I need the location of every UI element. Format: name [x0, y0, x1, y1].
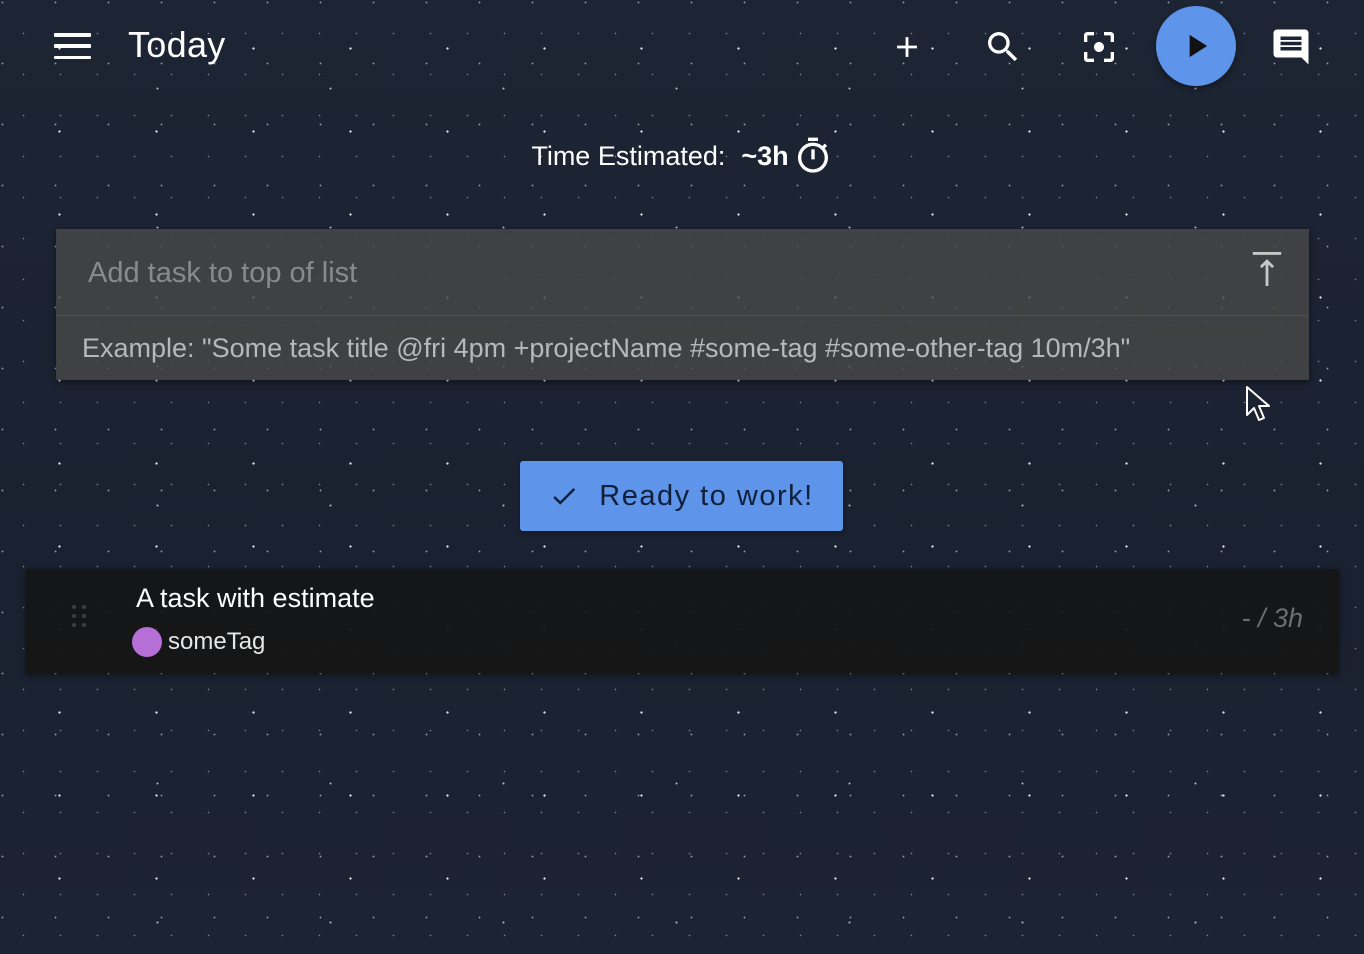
add-to-top-icon — [1252, 252, 1282, 286]
timer-icon — [793, 136, 833, 176]
ready-to-work-button[interactable]: Ready to work! — [520, 461, 843, 531]
tag-label: someTag — [168, 628, 266, 655]
check-icon — [549, 481, 579, 511]
mouse-cursor-icon — [1246, 386, 1270, 421]
task-item[interactable]: A task with estimate someTag - / 3h — [26, 569, 1339, 673]
time-estimate: Time Estimated: ~3h — [0, 136, 1364, 176]
notes-icon — [1273, 29, 1309, 65]
play-icon — [1189, 34, 1208, 58]
task-tag[interactable]: someTag — [132, 627, 265, 657]
menu-button[interactable] — [44, 22, 100, 70]
focus-mode-icon — [1084, 32, 1114, 62]
add-task-panel: Example: "Some task title @fri 4pm +proj… — [56, 229, 1309, 380]
add-task-input-row — [56, 229, 1309, 316]
plus-icon — [897, 37, 917, 57]
add-task-hint: Example: "Some task title @fri 4pm +proj… — [82, 333, 1131, 363]
add-task-button[interactable] — [880, 20, 934, 74]
drag-handle-icon[interactable] — [72, 605, 88, 633]
task-time-estimate[interactable]: - / 3h — [1241, 603, 1303, 634]
header-bar: Today — [0, 0, 1364, 92]
play-button[interactable] — [1156, 6, 1236, 86]
focus-mode-button[interactable] — [1072, 20, 1126, 74]
ready-to-work-label: Ready to work! — [599, 479, 814, 512]
notes-button[interactable] — [1264, 20, 1318, 74]
task-title[interactable]: A task with estimate — [136, 583, 375, 614]
time-estimate-value: ~3h — [741, 140, 789, 171]
time-estimate-label: Time Estimated: — [531, 140, 726, 171]
tag-color-dot — [132, 627, 162, 657]
search-button[interactable] — [976, 20, 1030, 74]
menu-icon — [53, 33, 91, 59]
add-to-top-button[interactable] — [1245, 245, 1289, 293]
search-icon — [988, 32, 1018, 62]
add-task-input[interactable] — [86, 247, 1240, 299]
page-title: Today — [128, 24, 226, 65]
